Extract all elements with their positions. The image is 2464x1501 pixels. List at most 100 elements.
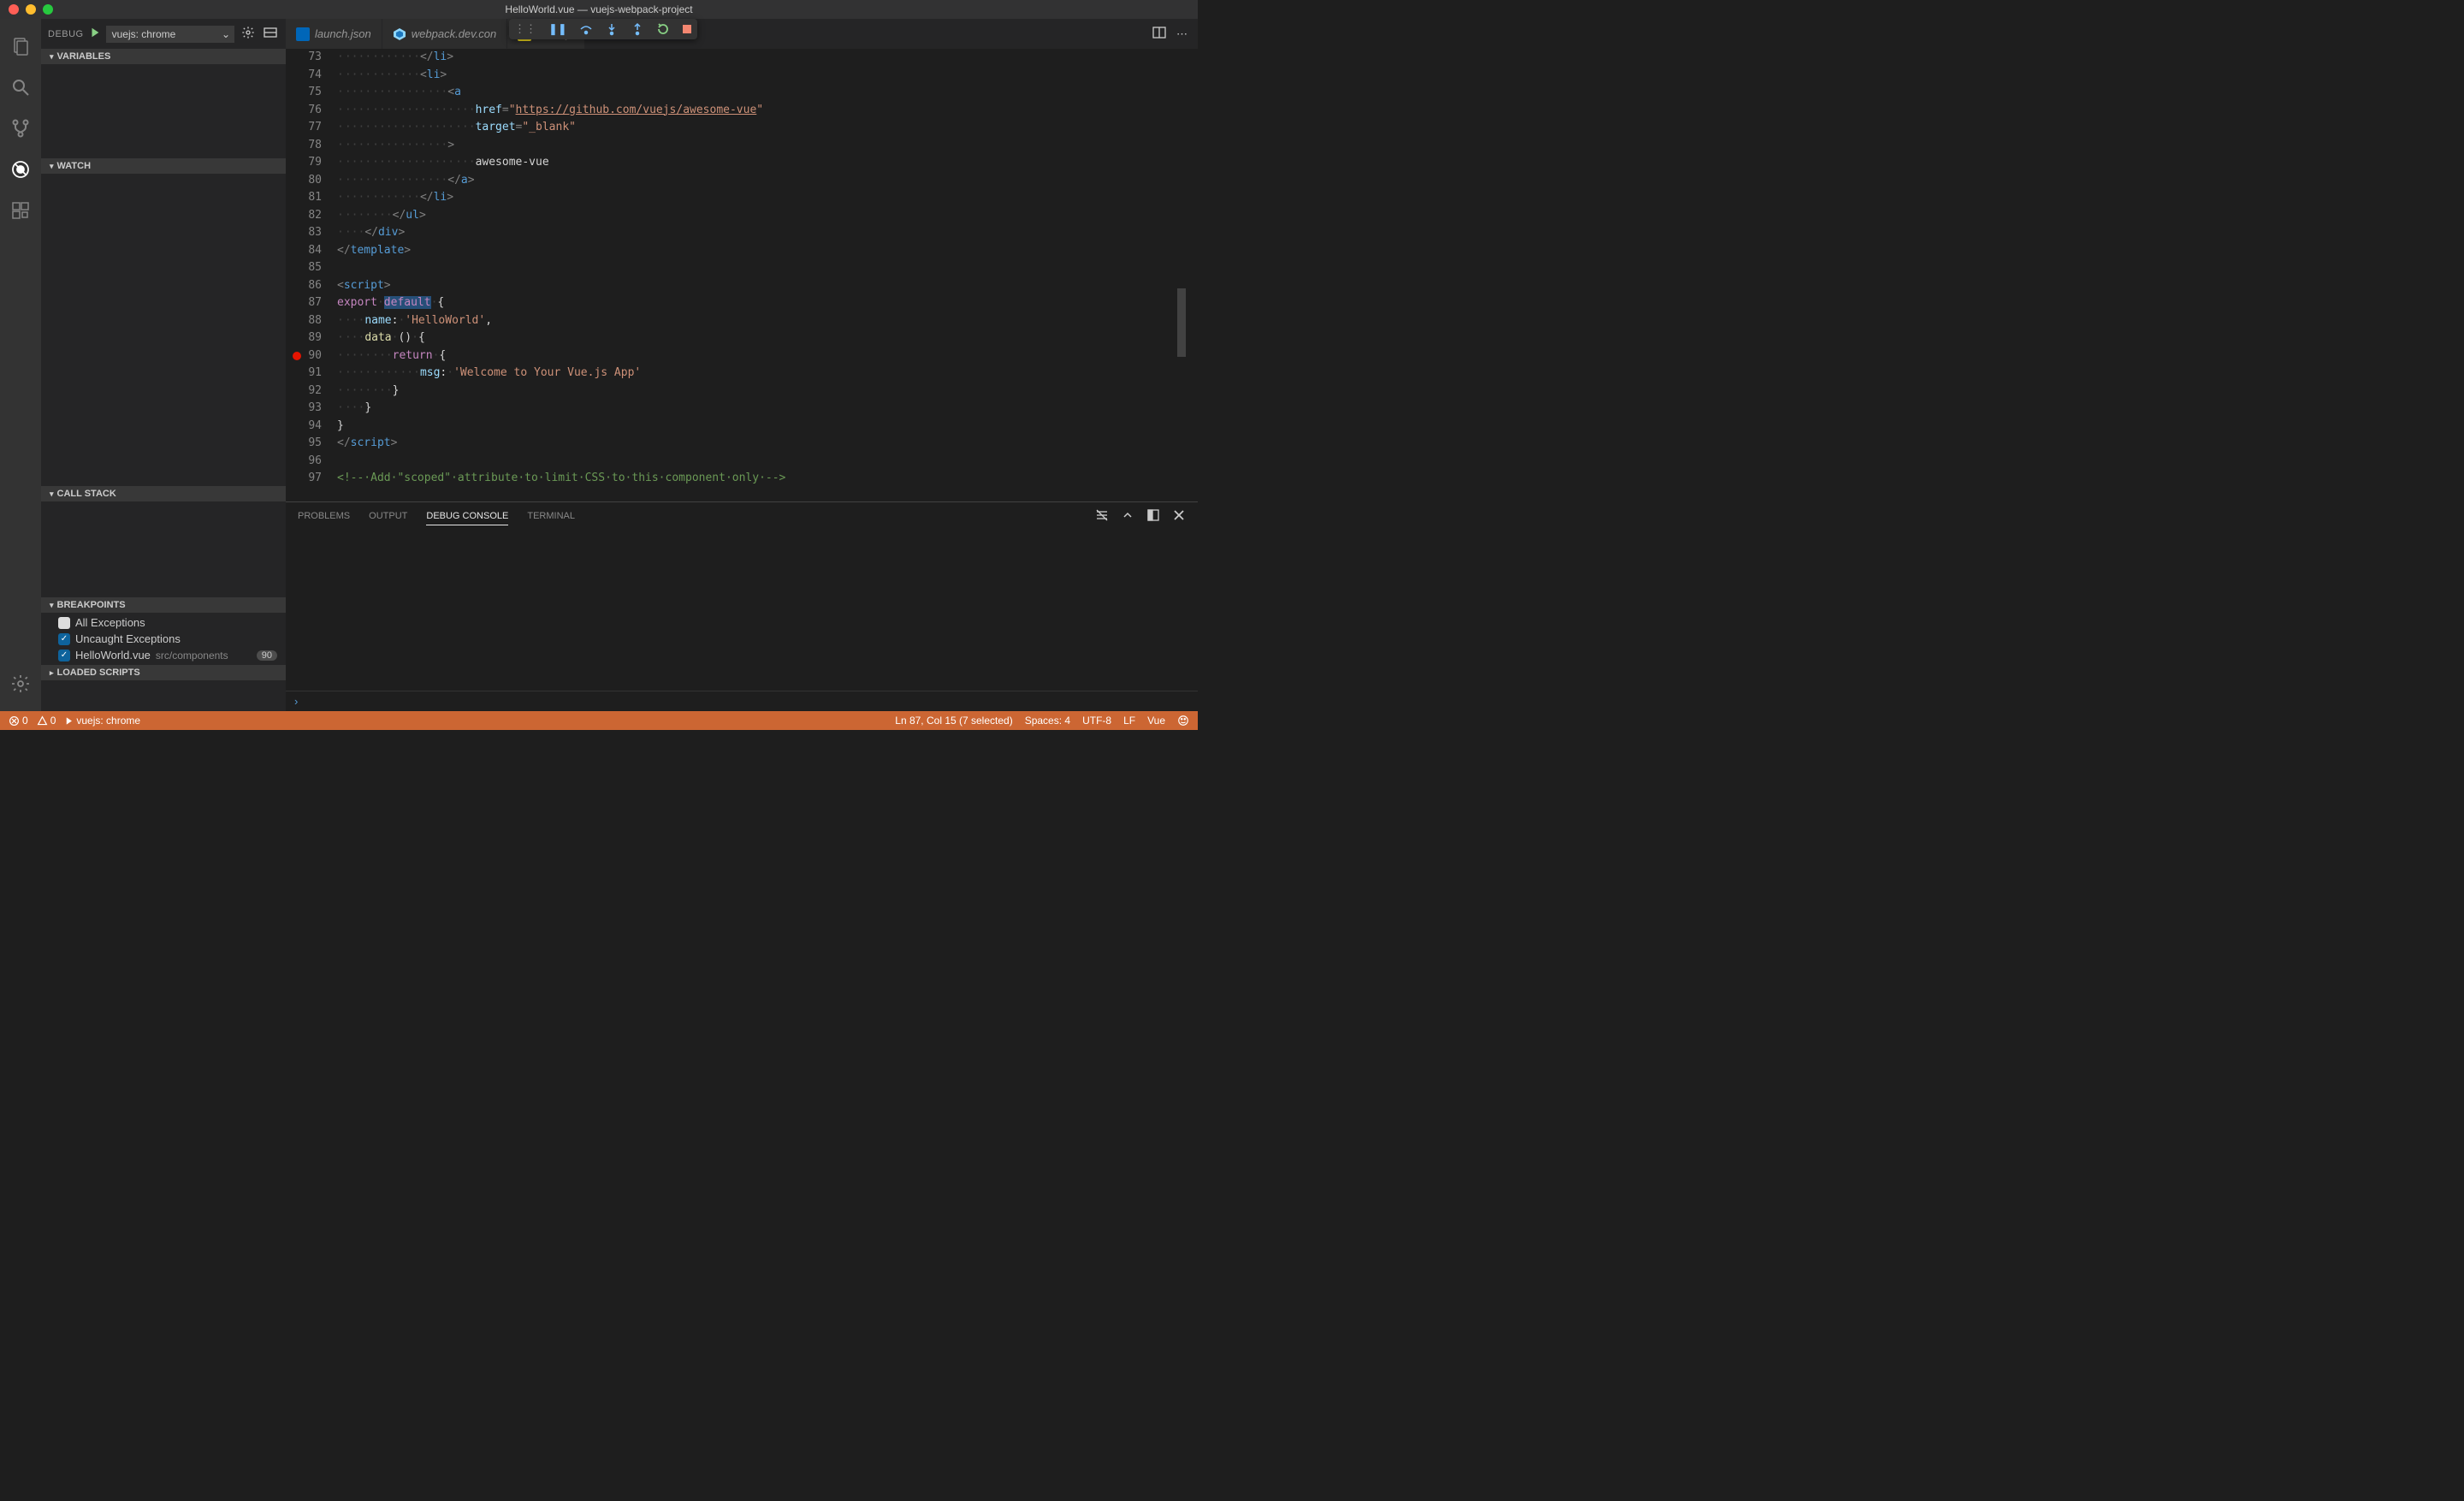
status-errors[interactable]: 0: [9, 715, 28, 727]
line-number[interactable]: 87: [286, 294, 322, 312]
pause-icon[interactable]: ❚❚: [548, 22, 567, 36]
line-number[interactable]: 77: [286, 119, 322, 137]
line-number[interactable]: 91: [286, 365, 322, 383]
line-number[interactable]: 88: [286, 312, 322, 330]
code-line[interactable]: }: [337, 418, 1198, 436]
callstack-section-header[interactable]: CALL STACK: [41, 486, 286, 501]
loaded-scripts-section-header[interactable]: LOADED SCRIPTS: [41, 665, 286, 680]
code-line[interactable]: <!--·Add·"scoped"·attribute·to·limit·CSS…: [337, 470, 1198, 488]
line-number[interactable]: 89: [286, 329, 322, 347]
variables-section-header[interactable]: VARIABLES: [41, 49, 286, 64]
scrollbar[interactable]: [1177, 49, 1186, 501]
breakpoint-checkbox[interactable]: ✓: [58, 633, 70, 645]
code-line[interactable]: ····data·()·{: [337, 329, 1198, 347]
code-line[interactable]: </script>: [337, 435, 1198, 453]
code-line[interactable]: ····</div>: [337, 224, 1198, 242]
close-panel-icon[interactable]: [1172, 508, 1186, 525]
code-line[interactable]: ············</li>: [337, 189, 1198, 207]
panel-tab-terminal[interactable]: TERMINAL: [527, 507, 575, 525]
code-line[interactable]: ········</ul>: [337, 207, 1198, 225]
code-line[interactable]: ········}: [337, 383, 1198, 400]
code-line[interactable]: ················>: [337, 137, 1198, 155]
code-line[interactable]: ················<a: [337, 84, 1198, 102]
line-number[interactable]: 79: [286, 154, 322, 172]
step-out-icon[interactable]: [631, 22, 644, 36]
settings-gear-icon[interactable]: [0, 663, 41, 704]
start-debug-button[interactable]: [89, 27, 101, 41]
clear-console-icon[interactable]: [1095, 508, 1109, 525]
line-number[interactable]: 94: [286, 418, 322, 436]
debug-icon[interactable]: [0, 149, 41, 190]
line-number[interactable]: 83: [286, 224, 322, 242]
restart-icon[interactable]: [656, 22, 670, 36]
line-number[interactable]: 78: [286, 137, 322, 155]
debug-console-input[interactable]: ›: [286, 691, 1198, 711]
breakpoint-row[interactable]: ✓Uncaught Exceptions: [41, 631, 286, 647]
code-line[interactable]: ············</li>: [337, 49, 1198, 67]
status-eol[interactable]: LF: [1123, 715, 1135, 727]
maximize-panel-icon[interactable]: [1146, 508, 1160, 525]
code-line[interactable]: <script>: [337, 277, 1198, 295]
debug-config-select[interactable]: vuejs: chrome: [106, 26, 234, 43]
breakpoints-section-header[interactable]: BREAKPOINTS: [41, 597, 286, 613]
panel-tab-problems[interactable]: PROBLEMS: [298, 507, 350, 525]
search-icon[interactable]: [0, 67, 41, 108]
panel-tab-output[interactable]: OUTPUT: [369, 507, 407, 525]
explorer-icon[interactable]: [0, 26, 41, 67]
debug-gear-icon[interactable]: [240, 24, 257, 44]
code-line[interactable]: ············msg:·'Welcome to Your Vue.js…: [337, 365, 1198, 383]
line-number[interactable]: 82: [286, 207, 322, 225]
source-control-icon[interactable]: [0, 108, 41, 149]
tab-webpack-config[interactable]: webpack.dev.con: [382, 19, 508, 49]
code-line[interactable]: ············<li>: [337, 67, 1198, 85]
status-warnings[interactable]: 0: [37, 715, 56, 727]
line-number[interactable]: 95: [286, 435, 322, 453]
status-debug-target[interactable]: vuejs: chrome: [64, 715, 140, 727]
more-actions-icon[interactable]: ⋯: [1176, 27, 1188, 41]
collapse-panel-icon[interactable]: [1121, 508, 1134, 525]
window-zoom-button[interactable]: [43, 4, 53, 15]
line-number[interactable]: 96: [286, 453, 322, 471]
code-line[interactable]: ····}: [337, 400, 1198, 418]
breakpoint-row[interactable]: ✓HelloWorld.vuesrc/components90: [41, 647, 286, 663]
step-into-icon[interactable]: [605, 22, 619, 36]
code-line[interactable]: ····················awesome-vue: [337, 154, 1198, 172]
scrollbar-thumb[interactable]: [1177, 288, 1186, 357]
drag-handle-icon[interactable]: ⋮⋮: [514, 22, 536, 36]
window-close-button[interactable]: [9, 4, 19, 15]
line-number[interactable]: 74: [286, 67, 322, 85]
code-line[interactable]: ················</a>: [337, 172, 1198, 190]
panel-tab-debug-console[interactable]: DEBUG CONSOLE: [426, 507, 508, 525]
line-number[interactable]: 73: [286, 49, 322, 67]
status-cursor-position[interactable]: Ln 87, Col 15 (7 selected): [895, 715, 1012, 727]
line-number[interactable]: 81: [286, 189, 322, 207]
line-number[interactable]: 76: [286, 102, 322, 120]
window-minimize-button[interactable]: [26, 4, 36, 15]
tab-launch-json[interactable]: launch.json: [286, 19, 382, 49]
line-number[interactable]: 86: [286, 277, 322, 295]
line-number[interactable]: 84: [286, 242, 322, 260]
code-line[interactable]: [337, 259, 1198, 277]
code-line[interactable]: ····················href="https://github…: [337, 102, 1198, 120]
line-number[interactable]: 80: [286, 172, 322, 190]
line-number[interactable]: 90: [286, 347, 322, 365]
code-line[interactable]: ········return·{: [337, 347, 1198, 365]
breakpoint-dot-icon[interactable]: [293, 352, 301, 360]
split-editor-icon[interactable]: [1152, 26, 1166, 42]
code-line[interactable]: ····················target="_blank": [337, 119, 1198, 137]
breakpoint-checkbox[interactable]: [58, 617, 70, 629]
code-line[interactable]: </template>: [337, 242, 1198, 260]
line-number[interactable]: 92: [286, 383, 322, 400]
watch-section-header[interactable]: WATCH: [41, 158, 286, 174]
code-editor[interactable]: 7374757677787980818283848586878889909192…: [286, 49, 1198, 501]
step-over-icon[interactable]: [579, 22, 593, 36]
code-line[interactable]: ····name:·'HelloWorld',: [337, 312, 1198, 330]
breakpoint-row[interactable]: All Exceptions: [41, 614, 286, 631]
status-indentation[interactable]: Spaces: 4: [1025, 715, 1070, 727]
stop-icon[interactable]: [682, 24, 692, 34]
line-number[interactable]: 75: [286, 84, 322, 102]
line-number[interactable]: 85: [286, 259, 322, 277]
breakpoint-checkbox[interactable]: ✓: [58, 650, 70, 662]
debug-console-toggle-icon[interactable]: [262, 24, 279, 44]
line-number[interactable]: 97: [286, 470, 322, 488]
